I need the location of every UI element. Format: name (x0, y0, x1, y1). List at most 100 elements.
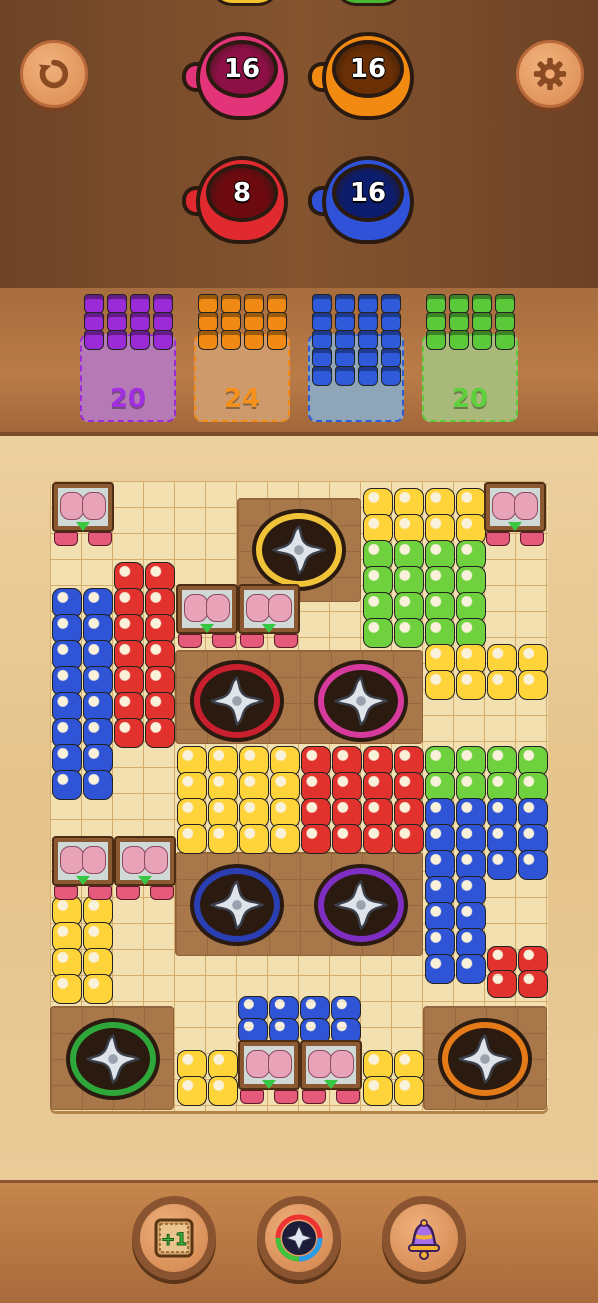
cup-rim: 16 (332, 164, 404, 222)
tray-cup (84, 294, 104, 314)
fruit-block-red[interactable] (363, 824, 393, 854)
generator-feet (240, 634, 298, 648)
block-generator[interactable] (238, 584, 300, 650)
add-move-booster-button[interactable]: +1 (132, 1196, 216, 1280)
tray-cup (335, 312, 355, 332)
tray-bin-purple[interactable]: 20 (80, 292, 176, 422)
fruit-block-red[interactable] (114, 718, 144, 748)
bin-count: 24 (223, 384, 261, 414)
fruit-block-blue[interactable] (83, 770, 113, 800)
spinner-blue[interactable] (190, 864, 284, 946)
block-generator[interactable] (300, 1040, 362, 1106)
tray-bin-orange[interactable]: 24 (194, 292, 290, 422)
fruit-block-yellow[interactable] (177, 1076, 207, 1106)
block-generator[interactable] (238, 1040, 300, 1106)
fruit-block-red[interactable] (394, 824, 424, 854)
fruit-block-yellow[interactable] (363, 1076, 393, 1106)
spinner-purple[interactable] (314, 864, 408, 946)
arrow-down-icon (262, 624, 276, 633)
spinner-yellow[interactable] (252, 509, 346, 591)
undo-button[interactable] (20, 40, 88, 108)
tray-bin-blue[interactable] (308, 292, 404, 422)
spinner-hole (76, 1028, 150, 1090)
fruit-block-yellow[interactable] (518, 670, 548, 700)
tray-cup (84, 330, 104, 350)
tray-cup (449, 312, 469, 332)
fruit-block-blue[interactable] (456, 954, 486, 984)
tray-cup (221, 330, 241, 350)
fruit-block-red[interactable] (301, 824, 331, 854)
tray-cup (358, 312, 378, 332)
bin-cups (84, 294, 175, 350)
settings-button[interactable] (516, 40, 584, 108)
rainbow-spinner-booster-button[interactable] (257, 1196, 341, 1280)
fruit-block-blue[interactable] (487, 850, 517, 880)
arrow-down-icon (76, 876, 90, 885)
fruit-block-yellow[interactable] (487, 670, 517, 700)
fruit-block-yellow[interactable] (83, 974, 113, 1004)
fruit-block-yellow[interactable] (425, 670, 455, 700)
fruit-block-blue[interactable] (425, 954, 455, 984)
fruit-block-yellow[interactable] (208, 1076, 238, 1106)
fruit-block-green[interactable] (394, 618, 424, 648)
fruit-block-yellow[interactable] (456, 670, 486, 700)
fruit-block-yellow[interactable] (52, 974, 82, 1004)
tray-cup (472, 312, 492, 332)
tray-cup (267, 330, 287, 350)
generator-feet (240, 1090, 298, 1104)
tray-bin-green[interactable]: 20 (422, 292, 518, 422)
cup-rim: 16 (206, 40, 278, 98)
fruit-block-yellow[interactable] (208, 824, 238, 854)
fruit-block-blue[interactable] (518, 850, 548, 880)
tray-cup (267, 294, 287, 314)
cup-pink[interactable]: 16 (182, 28, 302, 128)
spinner-red[interactable] (190, 660, 284, 742)
cup-blue[interactable]: 16 (308, 152, 428, 252)
tray-cup (130, 330, 150, 350)
spinner-hole (200, 670, 274, 732)
tray-cup (312, 366, 332, 386)
spinner-magenta[interactable] (314, 660, 408, 742)
bin-cups (312, 294, 403, 386)
spinner-hole (324, 874, 398, 936)
tray-cup (198, 330, 218, 350)
spinner-orange[interactable] (438, 1018, 532, 1100)
block-generator[interactable] (484, 482, 546, 548)
cup-count: 16 (223, 54, 261, 84)
block-generator[interactable] (176, 584, 238, 650)
spinner-hole (200, 874, 274, 936)
fruit-block-red[interactable] (518, 970, 548, 998)
fruit-block-green[interactable] (363, 618, 393, 648)
fruit-block-blue[interactable] (52, 770, 82, 800)
shuriken-icon (85, 1033, 141, 1085)
fruit-block-red[interactable] (145, 718, 175, 748)
block-generator[interactable] (114, 836, 176, 902)
fruit-block-yellow[interactable] (177, 824, 207, 854)
arrow-down-icon (508, 522, 522, 531)
bin-cups (426, 294, 517, 350)
tray-cup (381, 366, 401, 386)
tray-cup (495, 312, 515, 332)
tray-cup (312, 294, 332, 314)
fruit-block-yellow[interactable] (270, 824, 300, 854)
tray-cup (221, 312, 241, 332)
tray-cup (472, 330, 492, 350)
cup-red[interactable]: 8 (182, 152, 302, 252)
block-generator[interactable] (52, 482, 114, 548)
tray-cup (381, 312, 401, 332)
fruit-block-yellow[interactable] (239, 824, 269, 854)
fruit-block-red[interactable] (487, 970, 517, 998)
spinner-green[interactable] (66, 1018, 160, 1100)
tray-cup (495, 294, 515, 314)
tray-cup (153, 312, 173, 332)
tray-cup (107, 312, 127, 332)
fruit-block-yellow[interactable] (394, 1076, 424, 1106)
fruit-block-red[interactable] (332, 824, 362, 854)
shuriken-icon (457, 1033, 513, 1085)
bell-booster-button[interactable] (382, 1196, 466, 1280)
tray-cup (358, 294, 378, 314)
cup-count: 8 (232, 178, 252, 208)
tray-cup (312, 348, 332, 368)
block-generator[interactable] (52, 836, 114, 902)
cup-orange[interactable]: 16 (308, 28, 428, 128)
